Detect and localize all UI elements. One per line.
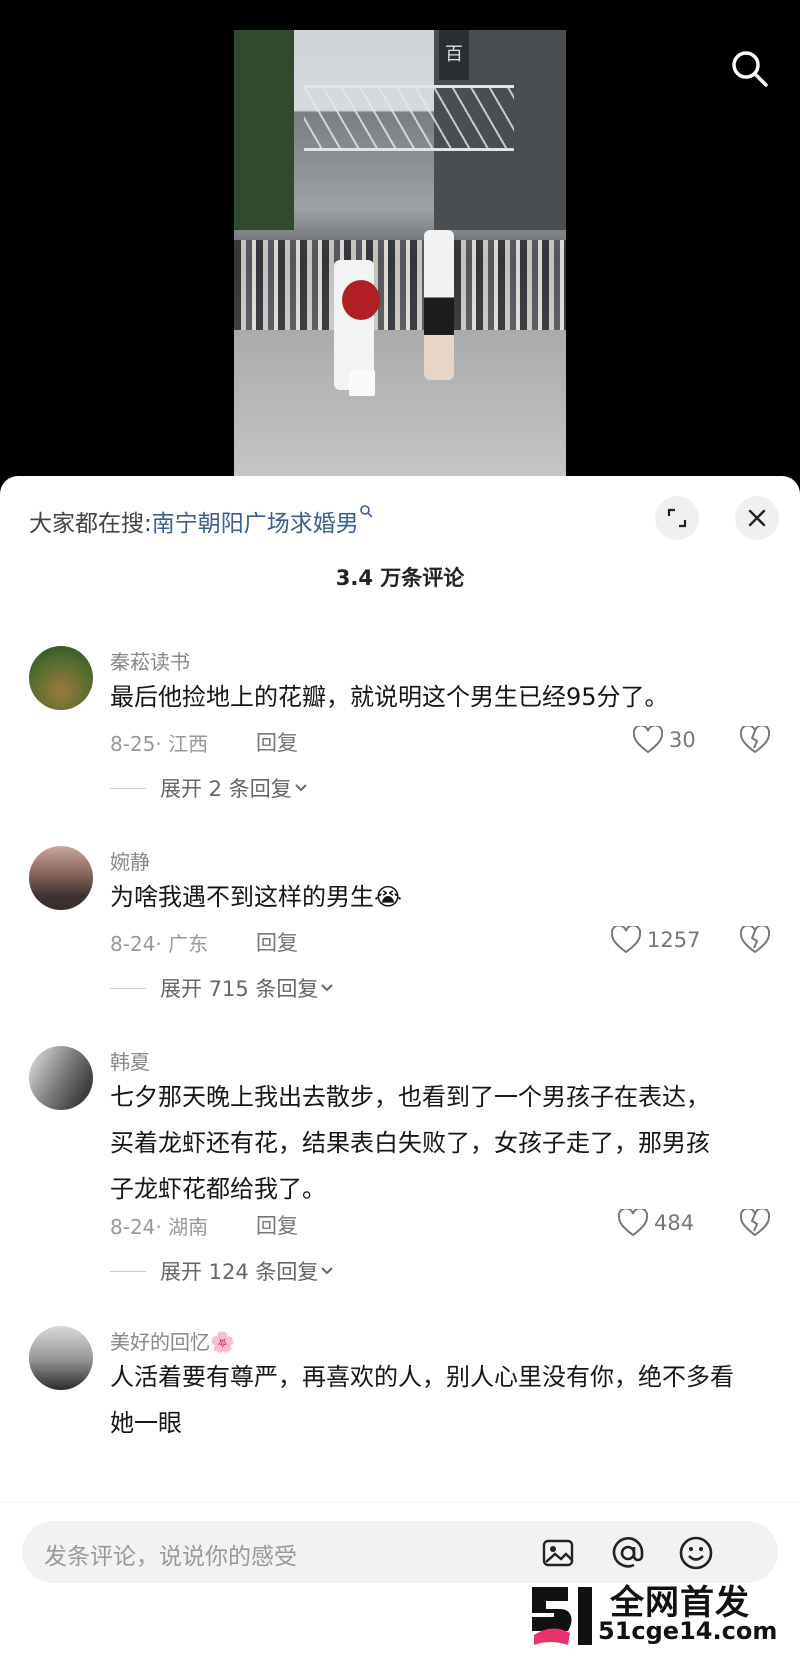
comment-item: 婉静 为啥我遇不到这样的男生😭 8-24· 广东 回复 1257 展开 715 … — [0, 846, 800, 1046]
avatar[interactable] — [29, 1326, 93, 1390]
like-button[interactable]: 1257 — [611, 926, 700, 954]
like-button[interactable]: 484 — [618, 1209, 694, 1237]
comment-text: 为啥我遇不到这样的男生😭 — [110, 874, 750, 920]
comment-meta: 8-24· 湖南 — [110, 1215, 209, 1239]
expand-replies-label: 展开 2 条回复 — [160, 777, 292, 801]
gift-box — [349, 370, 375, 396]
like-count: 484 — [654, 1211, 695, 1235]
search-small-icon — [359, 505, 373, 522]
expand-divider — [110, 1270, 146, 1272]
watermark-logo — [532, 1587, 592, 1645]
comment-text-body: 为啥我遇不到这样的男生 — [110, 883, 374, 911]
comment-input-placeholder: 发条评论，说说你的感受 — [44, 1544, 297, 1570]
emoji-icon[interactable] — [676, 1533, 716, 1573]
expand-icon — [667, 508, 687, 528]
heart-icon — [633, 726, 663, 754]
comment-text: 七夕那天晚上我出去散步，也看到了一个男孩子在表达，买着龙虾还有花，结果表白失败了… — [110, 1083, 710, 1203]
expand-replies-label: 展开 715 条回复 — [160, 977, 319, 1001]
like-button[interactable]: 30 — [633, 726, 696, 754]
broken-heart-icon — [739, 1207, 771, 1237]
avatar[interactable] — [29, 646, 93, 710]
expand-replies-label: 展开 124 条回复 — [160, 1260, 319, 1284]
image-icon[interactable] — [538, 1533, 578, 1573]
comments-sheet: 大家都在搜:南宁朝阳广场求婚男 3.4 万条评论 秦菘读书 最后他捡地上的花瓣，… — [0, 476, 800, 1657]
flower-emoji: 🌸 — [210, 1330, 235, 1354]
plaza-ground — [234, 330, 566, 476]
avatar[interactable] — [29, 1046, 93, 1110]
standing-woman — [424, 230, 454, 380]
reply-button[interactable]: 回复 — [256, 927, 298, 957]
reply-button[interactable]: 回复 — [256, 1210, 298, 1240]
chevron-down-icon — [321, 984, 334, 992]
expand-replies[interactable]: 展开 715 条回复 — [110, 973, 336, 1003]
chevron-down-icon — [321, 1267, 334, 1275]
video-player[interactable]: 百 — [0, 0, 800, 476]
heart-icon — [611, 926, 641, 954]
close-button[interactable] — [735, 496, 779, 540]
comment-input[interactable]: 发条评论，说说你的感受 — [22, 1521, 778, 1583]
comment-username[interactable]: 美好的回忆🌸 — [110, 1326, 235, 1355]
tree-foliage — [234, 30, 294, 230]
comment-username[interactable]: 秦菘读书 — [110, 646, 190, 675]
sheet-header: 大家都在搜:南宁朝阳广场求婚男 3.4 万条评论 — [0, 476, 800, 590]
crowd — [234, 240, 566, 330]
broken-heart-icon — [739, 724, 771, 754]
crying-emoji: 😭 — [374, 883, 403, 911]
expand-button[interactable] — [655, 496, 699, 540]
comment-item: 美好的回忆🌸 人活着要有尊严，再喜欢的人，别人心里没有你，绝不多看她一眼 — [0, 1326, 800, 1486]
comment-meta: 8-25· 江西 — [110, 732, 209, 756]
comment-username[interactable]: 韩夏 — [110, 1046, 150, 1075]
comment-username[interactable]: 婉静 — [110, 846, 150, 875]
dislike-button[interactable] — [739, 924, 771, 954]
comment-item: 秦菘读书 最后他捡地上的花瓣，就说明这个男生已经95分了。 8-25· 江西 回… — [0, 646, 800, 846]
comment-text: 人活着要有尊严，再喜欢的人，别人心里没有你，绝不多看她一眼 — [110, 1363, 734, 1437]
rose-bouquet — [342, 280, 380, 320]
expand-replies[interactable]: 展开 124 条回复 — [110, 1256, 336, 1286]
avatar[interactable] — [29, 846, 93, 910]
dislike-button[interactable] — [739, 1207, 771, 1237]
expand-replies[interactable]: 展开 2 条回复 — [110, 773, 310, 803]
expand-divider — [110, 787, 146, 789]
search-icon[interactable] — [729, 48, 769, 88]
like-count: 1257 — [647, 928, 701, 952]
comment-username-text: 美好的回忆 — [110, 1330, 210, 1354]
comment-meta: 8-24· 广东 — [110, 932, 209, 956]
watermark-line2: 51cge14.com — [598, 1617, 778, 1645]
video-frame[interactable]: 百 — [234, 30, 566, 476]
footbridge — [304, 85, 514, 151]
heart-icon — [618, 1209, 648, 1237]
reply-button[interactable]: 回复 — [256, 727, 298, 757]
close-icon — [748, 509, 766, 527]
dislike-button[interactable] — [739, 724, 771, 754]
broken-heart-icon — [739, 924, 771, 954]
search-suggestion-label: 大家都在搜: — [29, 511, 152, 537]
search-suggestion: 大家都在搜:南宁朝阳广场求婚男 — [29, 504, 373, 538]
chevron-down-icon — [295, 784, 307, 792]
watermark: 全网首发 51cge14.com — [528, 1575, 796, 1655]
expand-divider — [110, 987, 146, 989]
search-suggestion-link[interactable]: 南宁朝阳广场求婚男 — [152, 511, 359, 537]
comment-item: 韩夏 七夕那天晚上我出去散步，也看到了一个男孩子在表达，买着龙虾还有花，结果表白… — [0, 1046, 800, 1326]
like-count: 30 — [669, 728, 696, 752]
building-sign: 百 — [439, 30, 469, 80]
comment-text: 最后他捡地上的花瓣，就说明这个男生已经95分了。 — [110, 683, 669, 711]
mention-icon[interactable] — [608, 1533, 648, 1573]
comment-count: 3.4 万条评论 — [335, 566, 465, 590]
